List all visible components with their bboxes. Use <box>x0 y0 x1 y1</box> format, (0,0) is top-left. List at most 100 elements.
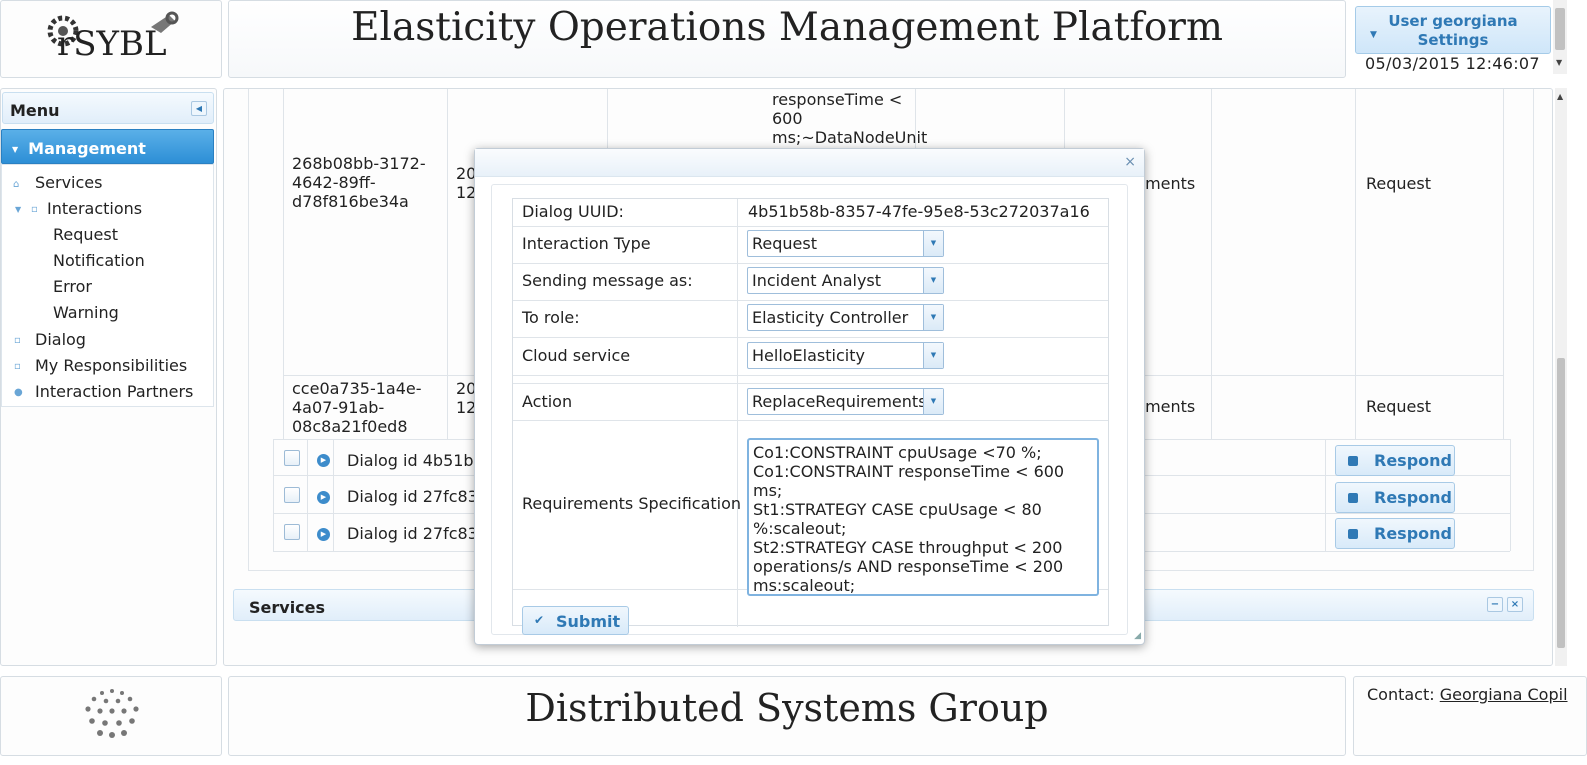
menu-item-dialog[interactable]: Dialog <box>35 330 86 349</box>
cloud-service-label: Cloud service <box>522 346 631 365</box>
action-select[interactable]: ReplaceRequirements ▼ <box>747 388 944 415</box>
scroll-down-icon[interactable]: ▼ <box>1556 58 1562 67</box>
caret-down-icon: ▼ <box>1370 30 1377 40</box>
chevron-down-icon[interactable]: ▼ <box>923 343 943 368</box>
menu-tree: ⌂ Services ▼ ▫ Interactions Request Noti… <box>1 164 214 407</box>
menu-section-label: Management <box>28 139 146 158</box>
chevron-down-icon[interactable]: ▼ <box>923 389 943 414</box>
current-datetime: 05/03/2015 12:46:07 <box>1365 54 1540 73</box>
user-button-name: User georgiana <box>1388 12 1518 30</box>
footer-title-panel: Distributed Systems Group <box>228 676 1346 756</box>
main-scrollbar-thumb[interactable] <box>1557 358 1565 648</box>
table-divider <box>283 89 284 439</box>
dialog-label: Dialog id 4b51b5 <box>347 451 484 470</box>
menu-title: Menu <box>10 101 60 120</box>
app-title: Elasticity Operations Management Platfor… <box>351 5 1223 50</box>
table-divider <box>307 439 308 551</box>
interaction-type-label: Interaction Type <box>522 234 651 253</box>
row-checkbox[interactable] <box>284 450 300 466</box>
expand-row-icon[interactable]: ▶ <box>317 528 330 541</box>
collapse-menu-icon[interactable]: ◀ <box>191 101 207 116</box>
action-label: Action <box>522 392 573 411</box>
caret-down-icon[interactable]: ▼ <box>15 205 21 214</box>
respond-button[interactable]: Respond <box>1335 482 1455 513</box>
expand-row-icon[interactable]: ▶ <box>317 454 330 467</box>
table-divider <box>1325 439 1326 551</box>
row-checkbox[interactable] <box>284 487 300 503</box>
document-icon: ▫ <box>14 335 21 346</box>
menu-item-my-responsibilities[interactable]: My Responsibilities <box>35 356 187 375</box>
contact-label: Contact: <box>1367 685 1435 704</box>
dialog-titlebar[interactable]: × <box>475 149 1144 177</box>
rsybl-logo: rSYBL <box>47 11 179 64</box>
document-icon: ▫ <box>31 204 38 215</box>
menu-item-interactions[interactable]: Interactions <box>47 199 142 218</box>
table-divider <box>1503 89 1504 439</box>
form-divider <box>513 375 1108 376</box>
user-button-settings: Settings <box>1417 31 1489 49</box>
table-divider <box>447 89 448 439</box>
chevron-down-icon[interactable]: ▼ <box>923 231 943 256</box>
menu-item-notification[interactable]: Notification <box>53 251 145 270</box>
form-divider <box>513 263 1108 264</box>
menu-item-request[interactable]: Request <box>53 225 118 244</box>
user-panel: ▼ User georgiana Settings 05/03/2015 12:… <box>1353 0 1553 78</box>
header-title-panel: Elasticity Operations Management Platfor… <box>228 0 1346 78</box>
submit-button[interactable]: ✔ Submit <box>522 606 629 635</box>
header-logo-panel: rSYBL <box>0 0 222 78</box>
document-icon: ▫ <box>14 361 21 372</box>
respond-button[interactable]: Respond <box>1335 518 1455 549</box>
dialog-form: Dialog UUID: 4b51b58b-8357-47fe-95e8-53c… <box>512 198 1109 635</box>
respond-icon <box>1348 456 1358 466</box>
sending-as-select[interactable]: Incident Analyst ▼ <box>747 267 944 294</box>
cloud-service-select[interactable]: HelloElasticity ▼ <box>747 342 944 369</box>
sending-as-label: Sending message as: <box>522 271 693 290</box>
menu-header: Menu ◀ <box>2 92 214 124</box>
table-divider <box>1510 439 1511 551</box>
contact-info: Contact: Georgiana Copil <box>1367 685 1568 704</box>
menu-item-error[interactable]: Error <box>53 277 92 296</box>
menu-item-warning[interactable]: Warning <box>53 303 119 322</box>
user-settings-button[interactable]: ▼ User georgiana Settings <box>1355 6 1551 54</box>
header-scrollbar[interactable]: ▼ <box>1553 0 1567 74</box>
respond-icon <box>1348 529 1358 539</box>
footer-logo-panel <box>0 676 222 756</box>
resize-handle-icon[interactable]: ◢ <box>1134 631 1141 641</box>
table-divider <box>1355 89 1356 439</box>
form-divider <box>513 300 1108 301</box>
header-scrollbar-thumb[interactable] <box>1555 8 1565 50</box>
close-icon[interactable]: × <box>1124 154 1136 170</box>
dialog-uuid-label: Dialog UUID: <box>522 202 624 221</box>
home-icon: ⌂ <box>13 179 20 190</box>
contact-link[interactable]: Georgiana Copil <box>1440 685 1568 704</box>
chevron-down-icon[interactable]: ▼ <box>923 268 943 293</box>
user-icon: ● <box>14 387 23 398</box>
scroll-up-icon[interactable]: ▲ <box>1557 92 1563 101</box>
row-content: responseTime <600 ms;~DataNodeUnit <box>772 90 928 147</box>
main-scrollbar[interactable]: ▲ <box>1555 88 1567 666</box>
respond-icon <box>1348 493 1358 503</box>
respond-dialog: × Dialog UUID: 4b51b58b-8357-47fe-95e8-5… <box>474 148 1145 645</box>
requirements-textarea[interactable]: Co1:CONSTRAINT cpuUsage <70 %; Co1:CONST… <box>747 438 1099 596</box>
table-divider <box>1211 89 1212 439</box>
to-role-select[interactable]: Elasticity Controller ▼ <box>747 304 944 331</box>
menu-section-management[interactable]: ▼ Management <box>1 129 214 164</box>
expand-row-icon[interactable]: ▶ <box>317 491 330 504</box>
row-type: Request <box>1366 397 1431 416</box>
form-divider <box>513 383 1108 384</box>
dialog-label: Dialog id 27fc83 <box>347 487 478 506</box>
row-id: cce0a735-1a4e- 4a07-91ab- 08c8a21f0ed8 <box>292 379 422 436</box>
dsg-logo <box>85 689 139 738</box>
form-divider <box>513 337 1108 338</box>
form-divider <box>513 226 1108 227</box>
menu-item-interaction-partners[interactable]: Interaction Partners <box>35 382 193 401</box>
close-icon[interactable]: × <box>1507 597 1523 612</box>
respond-button[interactable]: Respond <box>1335 445 1455 476</box>
interaction-type-select[interactable]: Request ▼ <box>747 230 944 257</box>
form-divider <box>513 420 1108 421</box>
caret-down-icon: ▼ <box>12 145 19 154</box>
row-checkbox[interactable] <box>284 524 300 540</box>
menu-item-services[interactable]: Services <box>35 173 102 192</box>
minimize-icon[interactable]: − <box>1487 597 1503 612</box>
chevron-down-icon[interactable]: ▼ <box>923 305 943 330</box>
